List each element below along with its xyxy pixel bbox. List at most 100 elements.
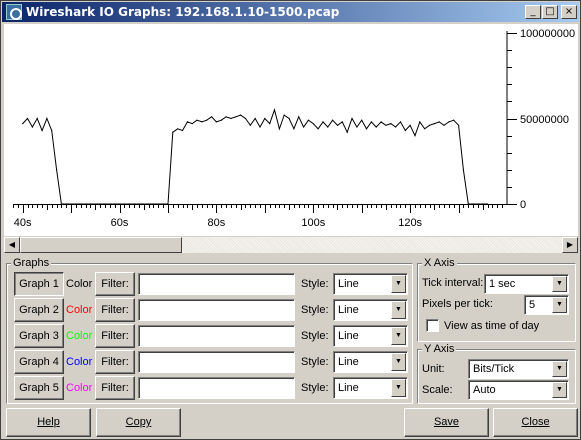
data-point <box>356 126 358 128</box>
data-point <box>26 117 29 120</box>
data-point <box>215 121 217 123</box>
graph-2-filter-input[interactable] <box>138 299 295 321</box>
graph-5-filter-input[interactable] <box>138 377 295 399</box>
graph-4-filter-button[interactable]: Filter: <box>95 350 135 374</box>
help-button[interactable]: Help <box>6 408 91 437</box>
graph-5-style-select[interactable]: Line ▼ <box>333 377 408 399</box>
data-point <box>191 123 193 125</box>
data-point <box>114 203 116 205</box>
graph-5-color-label[interactable]: Color <box>66 382 92 394</box>
data-point <box>225 116 227 118</box>
graph-2-style-select[interactable]: Line ▼ <box>333 299 408 321</box>
graph-4-style-select[interactable]: Line ▼ <box>333 351 408 373</box>
scroll-thumb[interactable] <box>20 237 182 253</box>
data-point <box>240 114 242 116</box>
chevron-down-icon: ▼ <box>552 382 567 398</box>
data-point <box>303 126 305 128</box>
data-point <box>298 116 300 118</box>
data-point <box>482 203 484 205</box>
save-button-label: Save <box>433 416 460 428</box>
y-tick-label: 0 <box>520 199 526 211</box>
graph-4-style-value: Line <box>338 356 359 368</box>
x-axis-panel-title: X Axis <box>422 257 457 269</box>
graph-4-toggle-button[interactable]: Graph 4 <box>14 350 64 374</box>
data-point <box>70 203 72 205</box>
data-point <box>448 121 450 123</box>
scale-select[interactable]: Auto ▼ <box>468 380 569 400</box>
close-button[interactable]: Close <box>493 408 578 437</box>
data-point <box>31 126 33 128</box>
minimize-button[interactable]: _ <box>525 5 541 19</box>
graph-3-filter-input[interactable] <box>138 325 295 347</box>
graph-3-color-label[interactable]: Color <box>66 330 92 342</box>
graph-2-filter-button[interactable]: Filter: <box>95 298 135 322</box>
chevron-down-icon: ▼ <box>552 297 567 313</box>
tick-interval-select[interactable]: 1 sec ▼ <box>484 274 569 294</box>
data-point <box>433 123 435 125</box>
graph-2-color-label[interactable]: Color <box>66 304 92 316</box>
data-point <box>419 121 421 123</box>
io-graph-plot[interactable]: 100000000 50000000 0 40s 60s 80s 100s 120s <box>4 24 578 236</box>
data-point <box>312 123 314 125</box>
graph-1-filter-button[interactable]: Filter: <box>95 272 135 296</box>
chevron-down-icon: ▼ <box>391 379 406 397</box>
data-point <box>341 121 343 123</box>
graph-4-filter-input[interactable] <box>138 351 295 373</box>
unit-select[interactable]: Bits/Tick ▼ <box>468 359 569 379</box>
data-point <box>288 117 290 120</box>
data-point <box>128 203 130 205</box>
graph-2-toggle-button[interactable]: Graph 2 <box>14 298 64 322</box>
data-point <box>443 124 445 126</box>
graph-5-style-label: Style: <box>301 382 329 394</box>
close-button-label: Close <box>521 416 550 428</box>
title-bar[interactable]: Wireshark IO Graphs: 192.168.1.10-1500.p… <box>2 2 579 22</box>
graph-4-color-label[interactable]: Color <box>66 356 92 368</box>
horizontal-scrollbar[interactable]: ◀ ▶ <box>4 236 578 253</box>
pixels-per-tick-label: Pixels per tick: <box>422 298 493 310</box>
data-point <box>409 124 411 126</box>
data-point <box>148 203 150 205</box>
scroll-track[interactable] <box>182 237 562 253</box>
close-window-button[interactable]: × <box>561 5 577 19</box>
data-point <box>109 203 111 205</box>
data-point <box>186 121 188 123</box>
graph-5-toggle-button[interactable]: Graph 5 <box>14 376 64 400</box>
scroll-right-button[interactable]: ▶ <box>562 237 578 253</box>
data-point <box>249 124 251 126</box>
data-point <box>89 203 92 205</box>
graph-3-style-select[interactable]: Line ▼ <box>333 325 408 347</box>
help-button-label: Help <box>37 416 60 428</box>
data-point <box>385 124 387 126</box>
graph-3-toggle-button[interactable]: Graph 3 <box>14 324 64 348</box>
chevron-down-icon: ▼ <box>391 301 406 319</box>
graph-3-filter-button[interactable]: Filter: <box>95 324 135 348</box>
pixels-per-tick-select[interactable]: 5 ▼ <box>524 295 569 315</box>
scale-value: Auto <box>473 384 496 396</box>
graph-5-filter-button[interactable]: Filter: <box>95 376 135 400</box>
data-series-line <box>22 108 488 205</box>
graph-1-style-select[interactable]: Line ▼ <box>333 273 408 295</box>
x-tick-label: 40s <box>14 217 32 229</box>
graph-1-filter-input[interactable] <box>138 273 295 295</box>
window-title: Wireshark IO Graphs: 192.168.1.10-1500.p… <box>26 5 340 19</box>
maximize-button[interactable]: □ <box>542 5 558 19</box>
data-point <box>220 119 222 121</box>
copy-button[interactable]: Copy <box>96 408 181 437</box>
data-point <box>365 128 368 130</box>
data-point <box>380 121 382 123</box>
graph-2-style-value: Line <box>338 304 359 316</box>
data-point <box>206 119 208 121</box>
data-point <box>22 123 24 125</box>
data-point <box>41 129 43 132</box>
view-as-time-checkbox[interactable] <box>426 319 439 332</box>
chevron-down-icon: ▼ <box>391 353 406 371</box>
save-button[interactable]: Save <box>404 408 489 437</box>
tick-interval-value: 1 sec <box>489 278 516 290</box>
scroll-left-button[interactable]: ◀ <box>4 237 20 253</box>
y-axis-panel-title: Y Axis <box>422 343 457 355</box>
data-point <box>65 203 67 205</box>
graph-1-toggle-button[interactable]: Graph 1 <box>14 272 64 296</box>
graph-1-color-label[interactable]: Color <box>66 278 92 290</box>
view-as-time-label[interactable]: View as time of day <box>444 320 539 332</box>
data-point <box>99 203 101 205</box>
